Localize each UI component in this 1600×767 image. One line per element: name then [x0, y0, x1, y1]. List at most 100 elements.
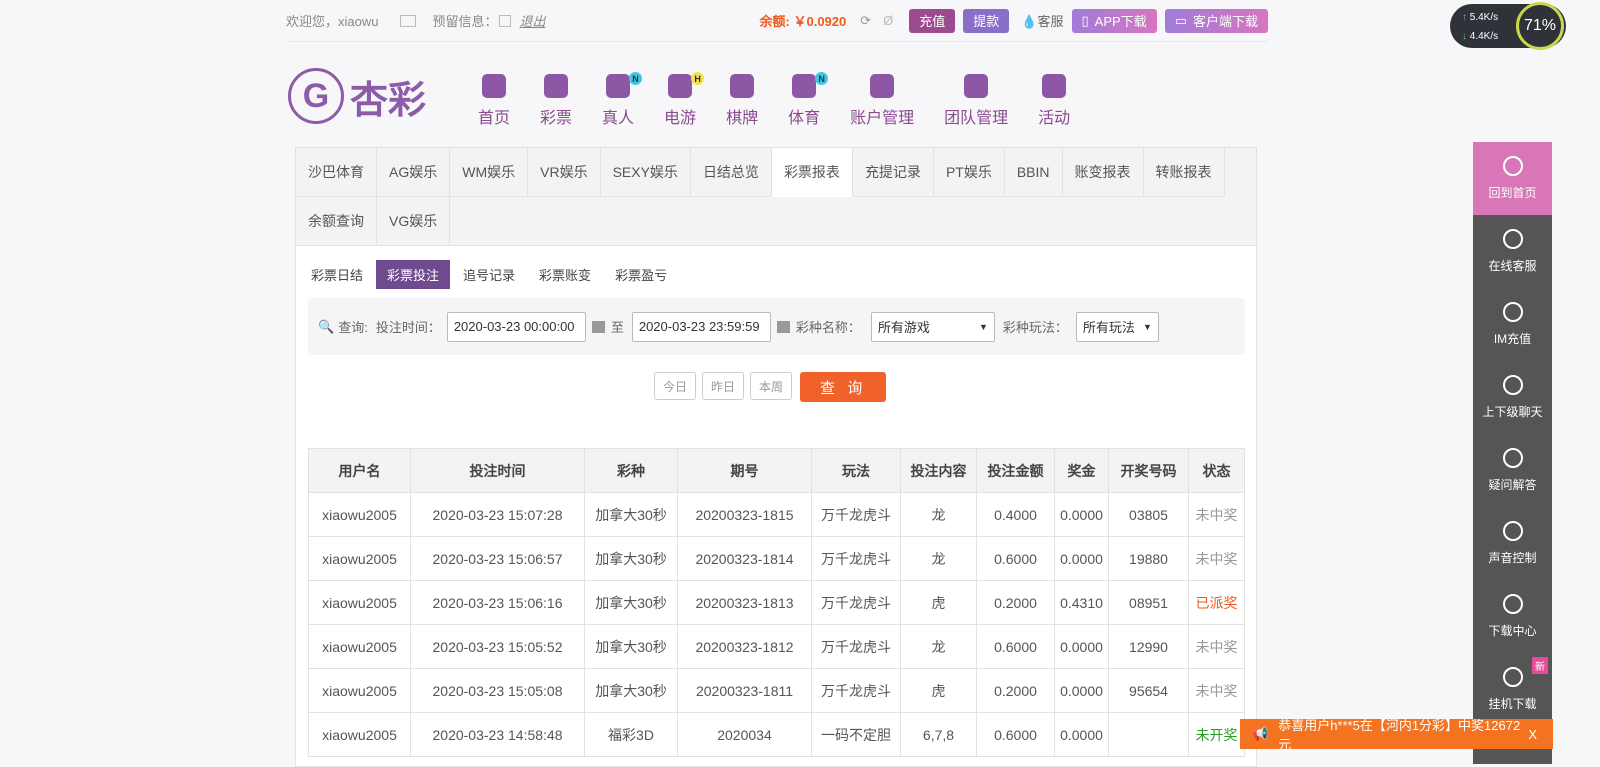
game-select-value: 所有游戏	[877, 320, 930, 335]
sidebar-label: 声音控制	[1488, 551, 1537, 565]
close-notice-button[interactable]: X	[1528, 727, 1537, 742]
service-link[interactable]: 💧客服	[1021, 11, 1063, 30]
report-tab[interactable]: 余额查询	[296, 197, 377, 246]
sub-tab[interactable]: 彩票账变	[528, 260, 602, 289]
column-header: 状态	[1188, 448, 1245, 493]
column-header: 奖金	[1054, 448, 1109, 493]
sidebar-item[interactable]: IM充值	[1473, 288, 1552, 361]
table-cell: 20200323-1813	[677, 580, 812, 625]
report-tab[interactable]: 转账报表	[1143, 148, 1225, 197]
report-tab[interactable]: 彩票报表	[771, 148, 853, 197]
logo[interactable]: G 杏彩	[288, 68, 426, 124]
app-download-button[interactable]: ▯ APP下载	[1071, 8, 1157, 33]
sub-tab[interactable]: 彩票盈亏	[604, 260, 678, 289]
sidebar-item[interactable]: 回到首页	[1473, 142, 1552, 215]
table-cell: 未中奖	[1188, 492, 1245, 537]
column-header: 投注时间	[410, 448, 585, 493]
table-cell: 龙	[900, 492, 977, 537]
deposit-button[interactable]: 充值	[909, 8, 956, 33]
sidebar-icon	[1502, 594, 1523, 614]
right-sidebar: 回到首页 在线客服 IM充值 上下级聊天 疑问解答 声音控制 下载中心新挂机下载	[1473, 142, 1552, 764]
client-download-label: 客户端下载	[1192, 14, 1258, 29]
nav-item[interactable]: 棋牌	[726, 74, 758, 128]
table-row: xiaowu2005 2020-03-23 15:05:08 加拿大30秒 20200…	[308, 668, 1245, 713]
table-cell	[1108, 712, 1189, 757]
nav-label: 活动	[1038, 110, 1071, 127]
win-notice-text: 恭喜用户h***5在【河内1分彩】中奖12672元	[1278, 718, 1521, 752]
table-cell: 万千龙虎斗	[811, 624, 901, 669]
nav-item[interactable]: 彩票	[540, 74, 572, 128]
client-download-button[interactable]: ▭ 客户端下载	[1164, 8, 1268, 33]
table-cell: 龙	[900, 536, 977, 581]
nav-badge: N	[629, 72, 643, 85]
table-cell: 2020-03-23 15:05:08	[410, 668, 585, 713]
table-cell: 2020-03-23 15:06:16	[410, 580, 585, 625]
logo-text: 杏彩	[350, 79, 427, 122]
nav-item[interactable]: N 体育	[788, 72, 829, 128]
table-cell: 20200323-1814	[677, 536, 812, 581]
calendar-icon[interactable]	[776, 320, 790, 333]
table-cell: 2020034	[677, 712, 812, 757]
query-button[interactable]: 查 询	[800, 372, 887, 402]
sidebar-label: 上下级聊天	[1482, 405, 1543, 419]
sidebar-label: 疑问解答	[1488, 478, 1537, 492]
report-tab[interactable]: 账变报表	[1062, 148, 1144, 197]
sidebar-label: IM充值	[1493, 332, 1532, 346]
column-header: 投注金额	[976, 448, 1055, 493]
logout-link[interactable]: 退出	[519, 11, 545, 30]
report-tab[interactable]: WM娱乐	[450, 148, 529, 197]
sidebar-item[interactable]: 下载中心	[1473, 580, 1552, 653]
sub-tab[interactable]: 追号记录	[452, 260, 526, 289]
withdraw-button[interactable]: 提款	[963, 8, 1010, 33]
table-cell: 0.2000	[976, 668, 1055, 713]
table-cell: xiaowu2005	[308, 580, 411, 625]
play-select[interactable]: 所有玩法 ▼	[1075, 311, 1159, 342]
end-time-input[interactable]: 2020-03-23 23:59:59	[631, 311, 771, 342]
nav-item[interactable]: 首页	[478, 74, 510, 128]
report-tab[interactable]: AG娱乐	[377, 148, 451, 197]
sub-tab[interactable]: 彩票日结	[300, 260, 374, 289]
report-tab[interactable]: 沙巴体育	[296, 148, 377, 197]
sidebar-icon	[1502, 667, 1523, 687]
report-tab[interactable]: VG娱乐	[377, 197, 451, 246]
main-nav: 首页 彩票 N 真人 H 电游 棋牌 N 体育 账户管理 团队管理 活动	[478, 72, 1100, 128]
table-cell: 未中奖	[1188, 668, 1245, 713]
table-cell: 未中奖	[1188, 536, 1245, 581]
refresh-icon[interactable]: ⟳	[860, 13, 871, 29]
calendar-icon[interactable]	[591, 320, 605, 333]
this-week-button[interactable]: 本周	[750, 372, 793, 400]
nav-item[interactable]: N 真人	[602, 72, 643, 128]
start-time-input[interactable]: 2020-03-23 00:00:00	[446, 311, 586, 342]
sidebar-item[interactable]: 在线客服	[1473, 215, 1552, 288]
report-tab[interactable]: 充提记录	[852, 148, 934, 197]
network-speed-widget[interactable]: ↑ 5.4K/s ↓ 4.4K/s 71%	[1450, 2, 1566, 50]
sub-tab[interactable]: 彩票投注	[376, 260, 451, 289]
nav-label: 团队管理	[944, 110, 1009, 127]
report-tab[interactable]: PT娱乐	[933, 148, 1005, 197]
nav-icon	[730, 74, 755, 98]
table-cell: 一码不定胆	[811, 712, 901, 757]
yesterday-button[interactable]: 昨日	[702, 372, 745, 400]
sidebar-item[interactable]: 声音控制	[1473, 507, 1552, 580]
top-bar: 欢迎您，xiaowu 预留信息： 退出 余额: ￥0.0920 ⟳ Ø 充值 提…	[286, 0, 1268, 42]
sidebar-item[interactable]: 疑问解答	[1473, 434, 1552, 507]
time-label: 投注时间：	[375, 320, 441, 335]
hide-balance-icon[interactable]: Ø	[883, 13, 893, 28]
nav-item[interactable]: 账户管理	[850, 74, 914, 128]
table-cell: 万千龙虎斗	[811, 668, 901, 713]
game-select[interactable]: 所有游戏 ▼	[870, 311, 995, 342]
sidebar-icon	[1502, 302, 1523, 322]
today-button[interactable]: 今日	[654, 372, 697, 400]
nav-icon	[1042, 74, 1067, 98]
nav-item[interactable]: 团队管理	[944, 74, 1008, 128]
nav-item[interactable]: H 电游	[664, 72, 705, 128]
report-tab[interactable]: SEXY娱乐	[600, 148, 691, 197]
mail-icon[interactable]	[400, 14, 417, 27]
report-tab[interactable]: 日结总览	[690, 148, 772, 197]
report-tab[interactable]: VR娱乐	[528, 148, 601, 197]
report-tab[interactable]: BBIN	[1004, 148, 1063, 197]
edit-icon[interactable]	[499, 14, 512, 27]
nav-item[interactable]: 活动	[1038, 74, 1070, 128]
sidebar-item[interactable]: 上下级聊天	[1473, 361, 1552, 434]
new-badge: 新	[1532, 657, 1548, 674]
